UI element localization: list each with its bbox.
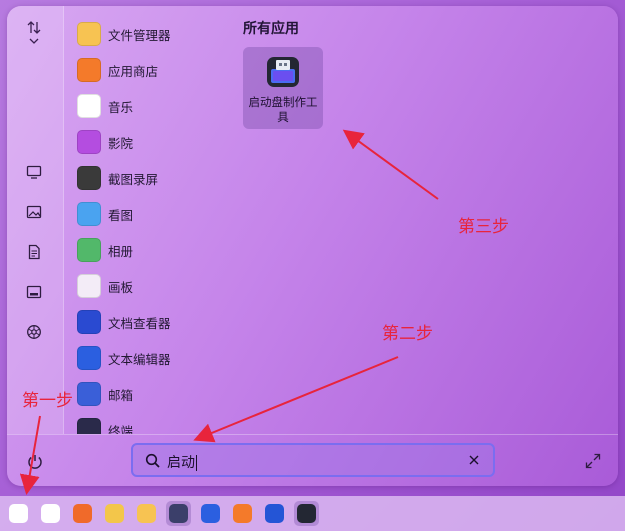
text-editor-icon-glyph (201, 504, 220, 523)
list-item-label: 文档查看器 (108, 315, 171, 331)
file-manager-icon (77, 22, 101, 46)
video-icon (77, 130, 101, 154)
list-item-label: 文本编辑器 (108, 351, 171, 367)
section-title: 所有应用 (243, 21, 299, 37)
terminal-icon (77, 418, 101, 434)
mail-icon (77, 382, 101, 406)
power-icon[interactable] (25, 452, 45, 472)
text-caret (196, 455, 197, 471)
list-item[interactable]: 终端 (77, 417, 133, 434)
app-store-icon[interactable] (230, 501, 255, 526)
usb-boot-maker-icon (267, 57, 299, 87)
multitask-icon-glyph (73, 504, 92, 523)
document-viewer-icon (77, 310, 101, 334)
app-store-icon (77, 58, 101, 82)
annotation-step3: 第三步 (458, 217, 509, 237)
launcher-icon[interactable] (6, 501, 31, 526)
list-item[interactable]: 看图 (77, 201, 133, 227)
list-item-label: 画板 (108, 279, 134, 295)
close-icon[interactable] (467, 453, 481, 467)
list-item[interactable]: 相册 (77, 237, 133, 263)
list-item[interactable]: 影院 (77, 129, 133, 155)
search-input[interactable]: 启动 (167, 452, 197, 472)
list-item-label: 看图 (108, 207, 134, 223)
image-icon[interactable] (23, 201, 45, 223)
file-manager-icon[interactable] (134, 501, 159, 526)
launcher-window: 文件管理器应用商店音乐影院截图录屏看图相册画板文档查看器文本编辑器邮箱终端 所有… (7, 6, 618, 486)
list-item-label: 影院 (108, 135, 134, 151)
annotation-step1: 第一步 (22, 391, 73, 411)
list-item-label: 邮箱 (108, 387, 134, 403)
settings-icon[interactable] (23, 321, 45, 343)
computer-icon[interactable] (23, 161, 45, 183)
list-item[interactable]: 文本编辑器 (77, 345, 171, 371)
music-icon (77, 94, 101, 118)
usb-boot-maker-icon[interactable] (294, 501, 319, 526)
list-item[interactable]: 音乐 (77, 93, 133, 119)
list-item-label: 应用商店 (108, 63, 159, 79)
list-item[interactable]: 画板 (77, 273, 133, 299)
taskbar (0, 496, 625, 531)
list-item-label: 文件管理器 (108, 27, 171, 43)
list-item[interactable]: 文档查看器 (77, 309, 171, 335)
list-item[interactable]: 应用商店 (77, 57, 158, 83)
text-editor-icon (77, 346, 101, 370)
divider (7, 434, 618, 435)
sort-arrows-icon (27, 21, 41, 44)
draw-icon (77, 274, 101, 298)
search-app-icon-glyph (41, 504, 60, 523)
image-viewer-icon (77, 202, 101, 226)
toolbox-icon-glyph (105, 504, 124, 523)
search-input-value: 启动 (167, 455, 195, 471)
search-icon (145, 453, 160, 468)
list-item-label: 相册 (108, 243, 134, 259)
list-item[interactable]: 截图录屏 (77, 165, 158, 191)
multitask-icon[interactable] (70, 501, 95, 526)
word-icon[interactable] (262, 501, 287, 526)
app-store-icon-glyph (233, 504, 252, 523)
terminal-icon[interactable] (166, 501, 191, 526)
list-item[interactable]: 文件管理器 (77, 21, 171, 47)
toolbox-icon[interactable] (102, 501, 127, 526)
album-icon (77, 238, 101, 262)
app-tile-label: 启动盘制作工具 (248, 95, 318, 124)
terminal-icon-glyph (169, 504, 188, 523)
expand-icon[interactable] (585, 453, 601, 469)
list-item-label: 截图录屏 (108, 171, 159, 187)
media-icon[interactable] (23, 281, 45, 303)
list-item-label: 音乐 (108, 99, 134, 115)
annotation-step2: 第二步 (382, 324, 433, 344)
sort-button[interactable] (21, 20, 47, 54)
app-tile-usb-boot-maker[interactable]: 启动盘制作工具 (243, 47, 323, 129)
list-item-label: 终端 (108, 423, 134, 435)
app-list: 文件管理器应用商店音乐影院截图录屏看图相册画板文档查看器文本编辑器邮箱终端 (69, 20, 229, 434)
category-rail (7, 6, 64, 434)
usb-boot-maker-icon-glyph (297, 504, 316, 523)
file-manager-icon-glyph (137, 504, 156, 523)
launcher-icon-glyph (9, 504, 28, 523)
word-icon-glyph (265, 504, 284, 523)
search-box[interactable]: 启动 (131, 443, 495, 477)
screenshot-icon (77, 166, 101, 190)
document-icon[interactable] (23, 241, 45, 263)
search-app-icon[interactable] (38, 501, 63, 526)
list-item[interactable]: 邮箱 (77, 381, 133, 407)
text-editor-icon[interactable] (198, 501, 223, 526)
